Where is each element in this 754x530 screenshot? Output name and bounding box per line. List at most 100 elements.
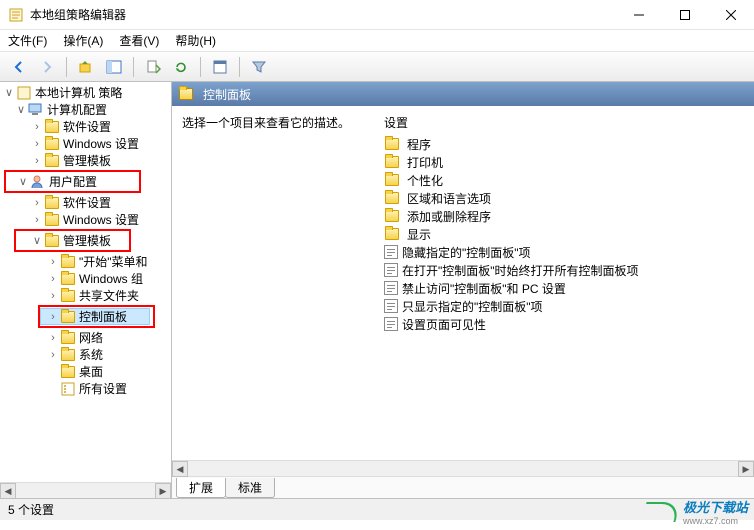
setting-label: 在打开"控制面板"时始终打开所有控制面板项	[402, 262, 639, 279]
tree-control-panel[interactable]: 控制面板	[79, 308, 127, 325]
content-header: 控制面板	[172, 82, 754, 106]
tree-item[interactable]: Windows 设置	[63, 135, 139, 152]
expand-icon[interactable]: ›	[46, 349, 60, 361]
tree-item[interactable]: 管理模板	[63, 152, 111, 169]
folder-icon	[384, 172, 400, 188]
policy-icon	[384, 245, 398, 259]
filter-button[interactable]	[246, 55, 272, 79]
list-item[interactable]: 隐藏指定的"控制面板"项	[382, 243, 750, 261]
menu-file[interactable]: 文件(F)	[8, 32, 47, 49]
setting-label: 程序	[407, 136, 431, 153]
tree-user-config[interactable]: 用户配置	[49, 173, 97, 190]
properties-button[interactable]	[207, 55, 233, 79]
expand-icon[interactable]: ›	[30, 138, 44, 150]
back-button[interactable]	[6, 55, 32, 79]
expand-icon[interactable]: ∨	[16, 175, 30, 188]
menu-view[interactable]: 查看(V)	[119, 32, 159, 49]
tab-extended[interactable]: 扩展	[176, 478, 226, 498]
expand-icon[interactable]: ∨	[30, 234, 44, 247]
tree-admin-templates[interactable]: 管理模板	[63, 232, 111, 249]
settings-column-header[interactable]: 设置	[382, 114, 750, 131]
folder-icon	[44, 233, 60, 249]
policy-tree[interactable]: ∨ 本地计算机 策略 ∨ 计算机配置 › 软件设置	[0, 82, 171, 482]
list-item[interactable]: 程序	[382, 135, 750, 153]
tree-root[interactable]: 本地计算机 策略	[35, 84, 122, 101]
policy-icon	[384, 281, 398, 295]
scroll-left-icon[interactable]: ◀	[0, 483, 16, 498]
close-button[interactable]	[708, 0, 754, 30]
description-column: 选择一个项目来查看它的描述。	[182, 114, 382, 460]
folder-icon	[60, 271, 76, 287]
expand-icon[interactable]: ›	[30, 155, 44, 167]
list-item[interactable]: 禁止访问"控制面板"和 PC 设置	[382, 279, 750, 297]
scroll-right-icon[interactable]: ▶	[738, 461, 754, 477]
expand-icon[interactable]: ›	[46, 273, 60, 285]
content-header-title: 控制面板	[203, 86, 251, 103]
scroll-right-icon[interactable]: ▶	[155, 483, 171, 498]
list-item[interactable]: 区域和语言选项	[382, 189, 750, 207]
settings-list[interactable]: 程序打印机个性化区域和语言选项添加或删除程序显示隐藏指定的"控制面板"项在打开"…	[382, 135, 750, 460]
expand-icon[interactable]: ›	[46, 332, 60, 344]
tree-item[interactable]: 网络	[79, 329, 103, 346]
folder-icon	[60, 309, 76, 325]
tab-standard[interactable]: 标准	[225, 478, 275, 498]
tree-item[interactable]: Windows 设置	[63, 211, 139, 228]
tree-item[interactable]: "开始"菜单和	[79, 253, 148, 270]
policy-root-icon	[16, 85, 32, 101]
menu-bar: 文件(F) 操作(A) 查看(V) 帮助(H)	[0, 30, 754, 52]
expand-icon[interactable]: ∨	[2, 86, 16, 99]
forward-button[interactable]	[34, 55, 60, 79]
tree-item[interactable]: 系统	[79, 346, 103, 363]
folder-icon	[384, 226, 400, 242]
expand-icon[interactable]: ›	[30, 214, 44, 226]
folder-icon	[60, 288, 76, 304]
folder-icon	[44, 212, 60, 228]
watermark-name: 极光下载站	[683, 500, 748, 515]
tree-item[interactable]: 所有设置	[79, 380, 127, 397]
refresh-button[interactable]	[168, 55, 194, 79]
setting-label: 添加或删除程序	[407, 208, 491, 225]
export-button[interactable]	[140, 55, 166, 79]
setting-label: 禁止访问"控制面板"和 PC 设置	[402, 280, 566, 297]
tree-item[interactable]: 桌面	[79, 363, 103, 380]
tree-computer-config[interactable]: 计算机配置	[47, 101, 107, 118]
maximize-button[interactable]	[662, 0, 708, 30]
expand-icon[interactable]: ›	[46, 311, 60, 323]
tree-item[interactable]: Windows 组	[79, 270, 143, 287]
folder-icon	[60, 254, 76, 270]
tree-item[interactable]: 软件设置	[63, 118, 111, 135]
tree-item[interactable]: 共享文件夹	[79, 287, 139, 304]
content-horizontal-scrollbar[interactable]: ◀ ▶	[172, 460, 754, 476]
up-button[interactable]	[73, 55, 99, 79]
minimize-button[interactable]	[616, 0, 662, 30]
description-text: 选择一个项目来查看它的描述。	[182, 116, 350, 130]
content-tabs: 扩展 标准	[172, 476, 754, 498]
list-item[interactable]: 只显示指定的"控制面板"项	[382, 297, 750, 315]
list-item[interactable]: 在打开"控制面板"时始终打开所有控制面板项	[382, 261, 750, 279]
list-item[interactable]: 显示	[382, 225, 750, 243]
expand-icon[interactable]: ›	[30, 121, 44, 133]
window-title: 本地组策略编辑器	[30, 6, 616, 23]
status-count: 5 个设置	[8, 501, 54, 518]
show-hide-tree-button[interactable]	[101, 55, 127, 79]
list-item[interactable]: 添加或删除程序	[382, 207, 750, 225]
expand-icon[interactable]: ›	[46, 290, 60, 302]
setting-label: 区域和语言选项	[407, 190, 491, 207]
menu-action[interactable]: 操作(A)	[63, 32, 103, 49]
menu-help[interactable]: 帮助(H)	[175, 32, 216, 49]
setting-label: 隐藏指定的"控制面板"项	[402, 244, 531, 261]
list-item[interactable]: 个性化	[382, 171, 750, 189]
folder-icon	[384, 154, 400, 170]
title-bar: 本地组策略编辑器	[0, 0, 754, 30]
setting-label: 打印机	[407, 154, 443, 171]
expand-icon[interactable]: ∨	[14, 103, 28, 116]
content-pane: 控制面板 选择一个项目来查看它的描述。 设置 程序打印机个性化区域和语言选项添加…	[172, 82, 754, 498]
settings-list-icon	[60, 381, 76, 397]
list-item[interactable]: 设置页面可见性	[382, 315, 750, 333]
tree-horizontal-scrollbar[interactable]: ◀ ▶	[0, 482, 171, 498]
scroll-left-icon[interactable]: ◀	[172, 461, 188, 477]
tree-item[interactable]: 软件设置	[63, 194, 111, 211]
list-item[interactable]: 打印机	[382, 153, 750, 171]
expand-icon[interactable]: ›	[46, 256, 60, 268]
expand-icon[interactable]: ›	[30, 197, 44, 209]
